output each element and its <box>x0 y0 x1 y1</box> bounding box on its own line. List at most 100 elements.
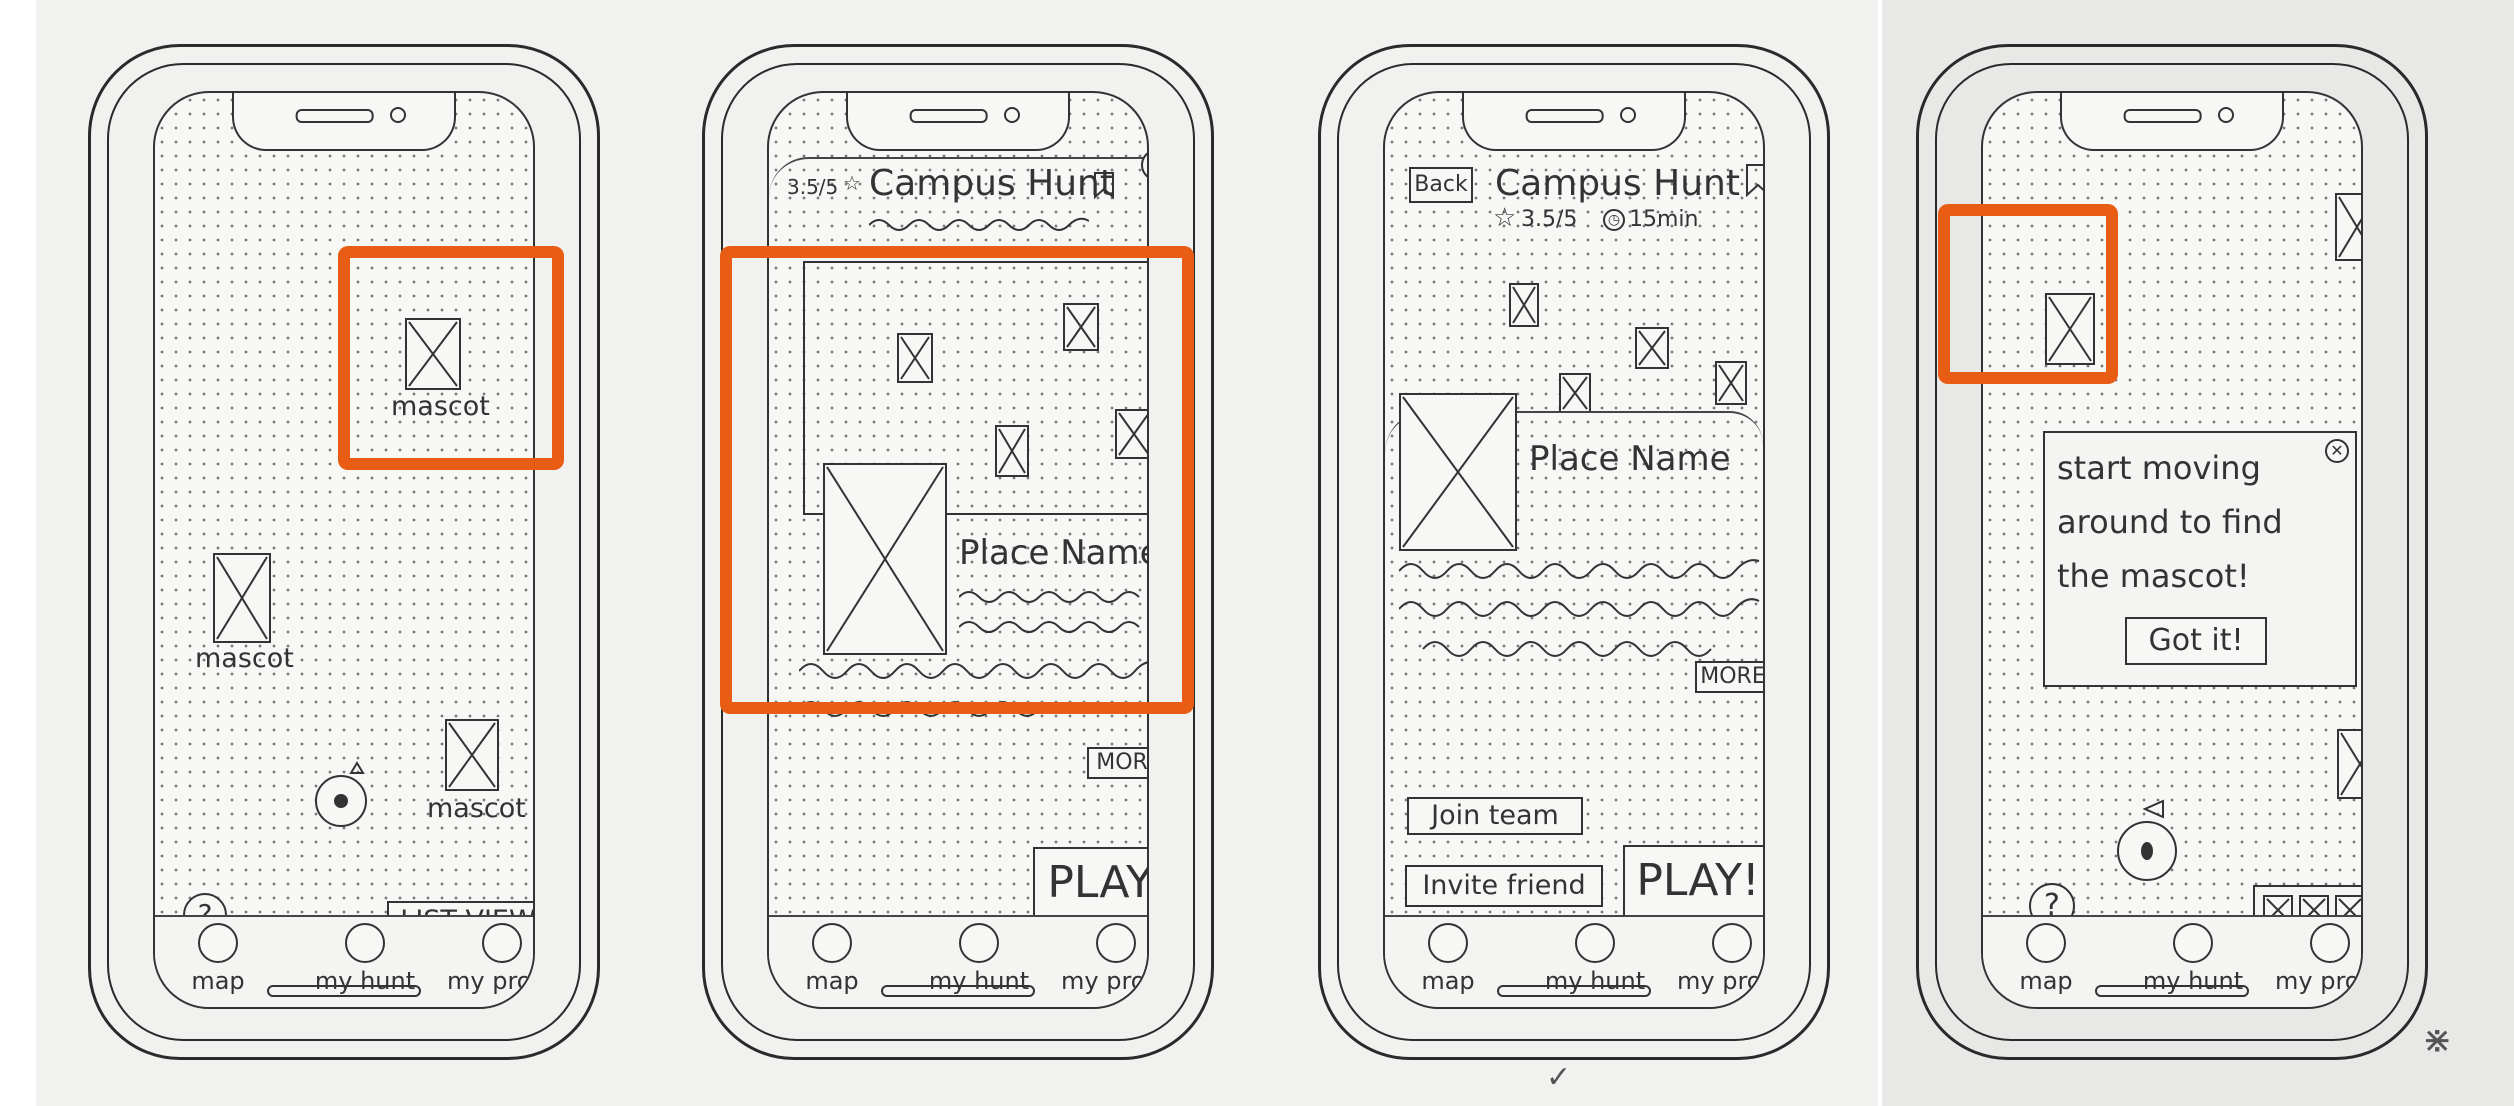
phone-frame-play: ✕ start moving around to find the mascot… <box>1916 44 2428 1060</box>
tab-label: my profile <box>447 967 533 995</box>
tab-label: map <box>1421 967 1475 995</box>
map-screen: mascot mascot mascot ? LIST VIEW map <box>153 91 535 1009</box>
mascot-marker <box>1509 283 1539 327</box>
notch <box>846 93 1070 151</box>
tab-my-profile[interactable]: my profile <box>447 923 533 995</box>
my-profile-tab-icon <box>1096 923 1136 963</box>
my-profile-tab-icon <box>2310 923 2350 963</box>
mascot-label-left: mascot <box>195 643 294 674</box>
close-icon[interactable]: ✕ <box>2325 439 2349 463</box>
speaker <box>1525 109 1604 123</box>
bookmark-icon[interactable] <box>1093 171 1115 199</box>
home-indicator <box>881 985 1035 997</box>
place-name: Place Name <box>1529 439 1731 479</box>
rating-text: 3.5/5 <box>787 175 839 199</box>
dialog-text-line: around to find <box>2057 503 2283 541</box>
speaker <box>2123 109 2202 123</box>
speaker <box>909 109 988 123</box>
image-placeholder-icon <box>1562 376 1588 410</box>
phone-frame-map: mascot mascot mascot ? LIST VIEW map <box>88 44 600 1060</box>
more-button[interactable]: MORE <box>1695 661 1763 693</box>
mascot-image-left[interactable] <box>213 553 271 643</box>
phone-bezel: mascot mascot mascot ? LIST VIEW map <box>107 63 581 1041</box>
mascot-marker <box>1635 327 1669 369</box>
hunt-title: Campus Hunt <box>869 163 1114 204</box>
tab-label: my profile <box>2275 967 2361 995</box>
mascot-marker[interactable] <box>2337 729 2361 799</box>
my-profile-tab-icon <box>482 923 522 963</box>
image-placeholder-icon <box>1402 396 1514 548</box>
home-indicator <box>267 985 421 997</box>
image-placeholder-icon <box>1512 286 1536 324</box>
highlight-found-mascot <box>1938 204 2118 384</box>
join-team-button[interactable]: Join team <box>1407 797 1583 835</box>
sketch-mark: ⋇ <box>2422 1020 2453 1061</box>
camera <box>390 107 406 123</box>
tab-my-profile[interactable]: my profile <box>2275 923 2361 995</box>
my-hunt-tab-icon <box>959 923 999 963</box>
more-button[interactable]: MORE <box>1087 747 1147 779</box>
tab-my-profile[interactable]: my profile <box>1061 923 1147 995</box>
got-it-button[interactable]: Got it! <box>2125 617 2267 665</box>
phone-bezel: Back Campus Hunt ☆ 3.5/5 ◷ 15min Place N… <box>1337 63 1811 1041</box>
map-tab-icon <box>2026 923 2066 963</box>
bookmark-icon[interactable] <box>1745 163 1765 197</box>
camera <box>1620 107 1636 123</box>
image-placeholder-icon <box>1718 364 1744 402</box>
map-tab-icon <box>198 923 238 963</box>
description-squiggle <box>869 217 1089 231</box>
image-placeholder-icon <box>2340 732 2361 796</box>
play-button[interactable]: PLAY! <box>1033 847 1147 919</box>
mascot-image-bottom[interactable] <box>445 719 499 791</box>
hint-dialog: ✕ start moving around to find the mascot… <box>2043 431 2357 687</box>
highlight-mascot-top <box>338 246 564 470</box>
star-icon: ☆ <box>843 171 861 195</box>
notch <box>1462 93 1686 151</box>
place-description-squiggle <box>1399 559 1760 657</box>
invite-friend-button[interactable]: Invite friend <box>1405 865 1603 907</box>
tab-map[interactable]: map <box>163 923 273 995</box>
star-icon: ☆ <box>1493 203 1517 233</box>
camera <box>1004 107 1020 123</box>
tab-label: map <box>191 967 245 995</box>
dialog-text-line: start moving <box>2057 449 2261 487</box>
tab-my-profile[interactable]: my profile <box>1677 923 1763 995</box>
phone-frame-hunt-detail: Back Campus Hunt ☆ 3.5/5 ◷ 15min Place N… <box>1318 44 1830 1060</box>
image-placeholder-icon <box>1638 330 1666 366</box>
tab-map[interactable]: map <box>777 923 887 995</box>
speaker <box>295 109 374 123</box>
hunt-detail-screen: Back Campus Hunt ☆ 3.5/5 ◷ 15min Place N… <box>1383 91 1765 1009</box>
tab-map[interactable]: map <box>1991 923 2101 995</box>
my-profile-tab-icon <box>1712 923 1752 963</box>
tab-label: my profile <box>1677 967 1763 995</box>
duration-text: 15min <box>1629 207 1699 232</box>
highlight-hunt-card <box>720 246 1194 714</box>
tab-map[interactable]: map <box>1393 923 1503 995</box>
direction-arrow-icon <box>2143 799 2164 819</box>
tab-label: map <box>2019 967 2073 995</box>
mascot-marker <box>1715 361 1747 405</box>
my-hunt-tab-icon <box>2173 923 2213 963</box>
user-location-icon <box>2117 821 2177 881</box>
direction-arrow-icon <box>349 761 365 774</box>
home-indicator <box>2095 985 2249 997</box>
image-placeholder-icon <box>216 556 268 640</box>
tab-label: my profile <box>1061 967 1147 995</box>
image-placeholder-icon <box>2338 196 2361 258</box>
check-mark: ✓ <box>1546 1060 1572 1095</box>
back-button[interactable]: Back <box>1409 167 1473 203</box>
place-image[interactable] <box>1399 393 1517 551</box>
hunt-title: Campus Hunt <box>1495 163 1740 204</box>
user-location-icon <box>315 775 367 827</box>
camera <box>2218 107 2234 123</box>
map-tab-icon <box>812 923 852 963</box>
my-hunt-tab-icon <box>345 923 385 963</box>
clock-icon: ◷ <box>1603 209 1625 231</box>
play-button[interactable]: PLAY! <box>1623 845 1763 917</box>
my-hunt-tab-icon <box>1575 923 1615 963</box>
mascot-marker <box>1559 373 1591 413</box>
map-tab-icon <box>1428 923 1468 963</box>
mascot-marker[interactable] <box>2335 193 2361 261</box>
notch <box>232 93 456 151</box>
notch <box>2060 93 2284 151</box>
